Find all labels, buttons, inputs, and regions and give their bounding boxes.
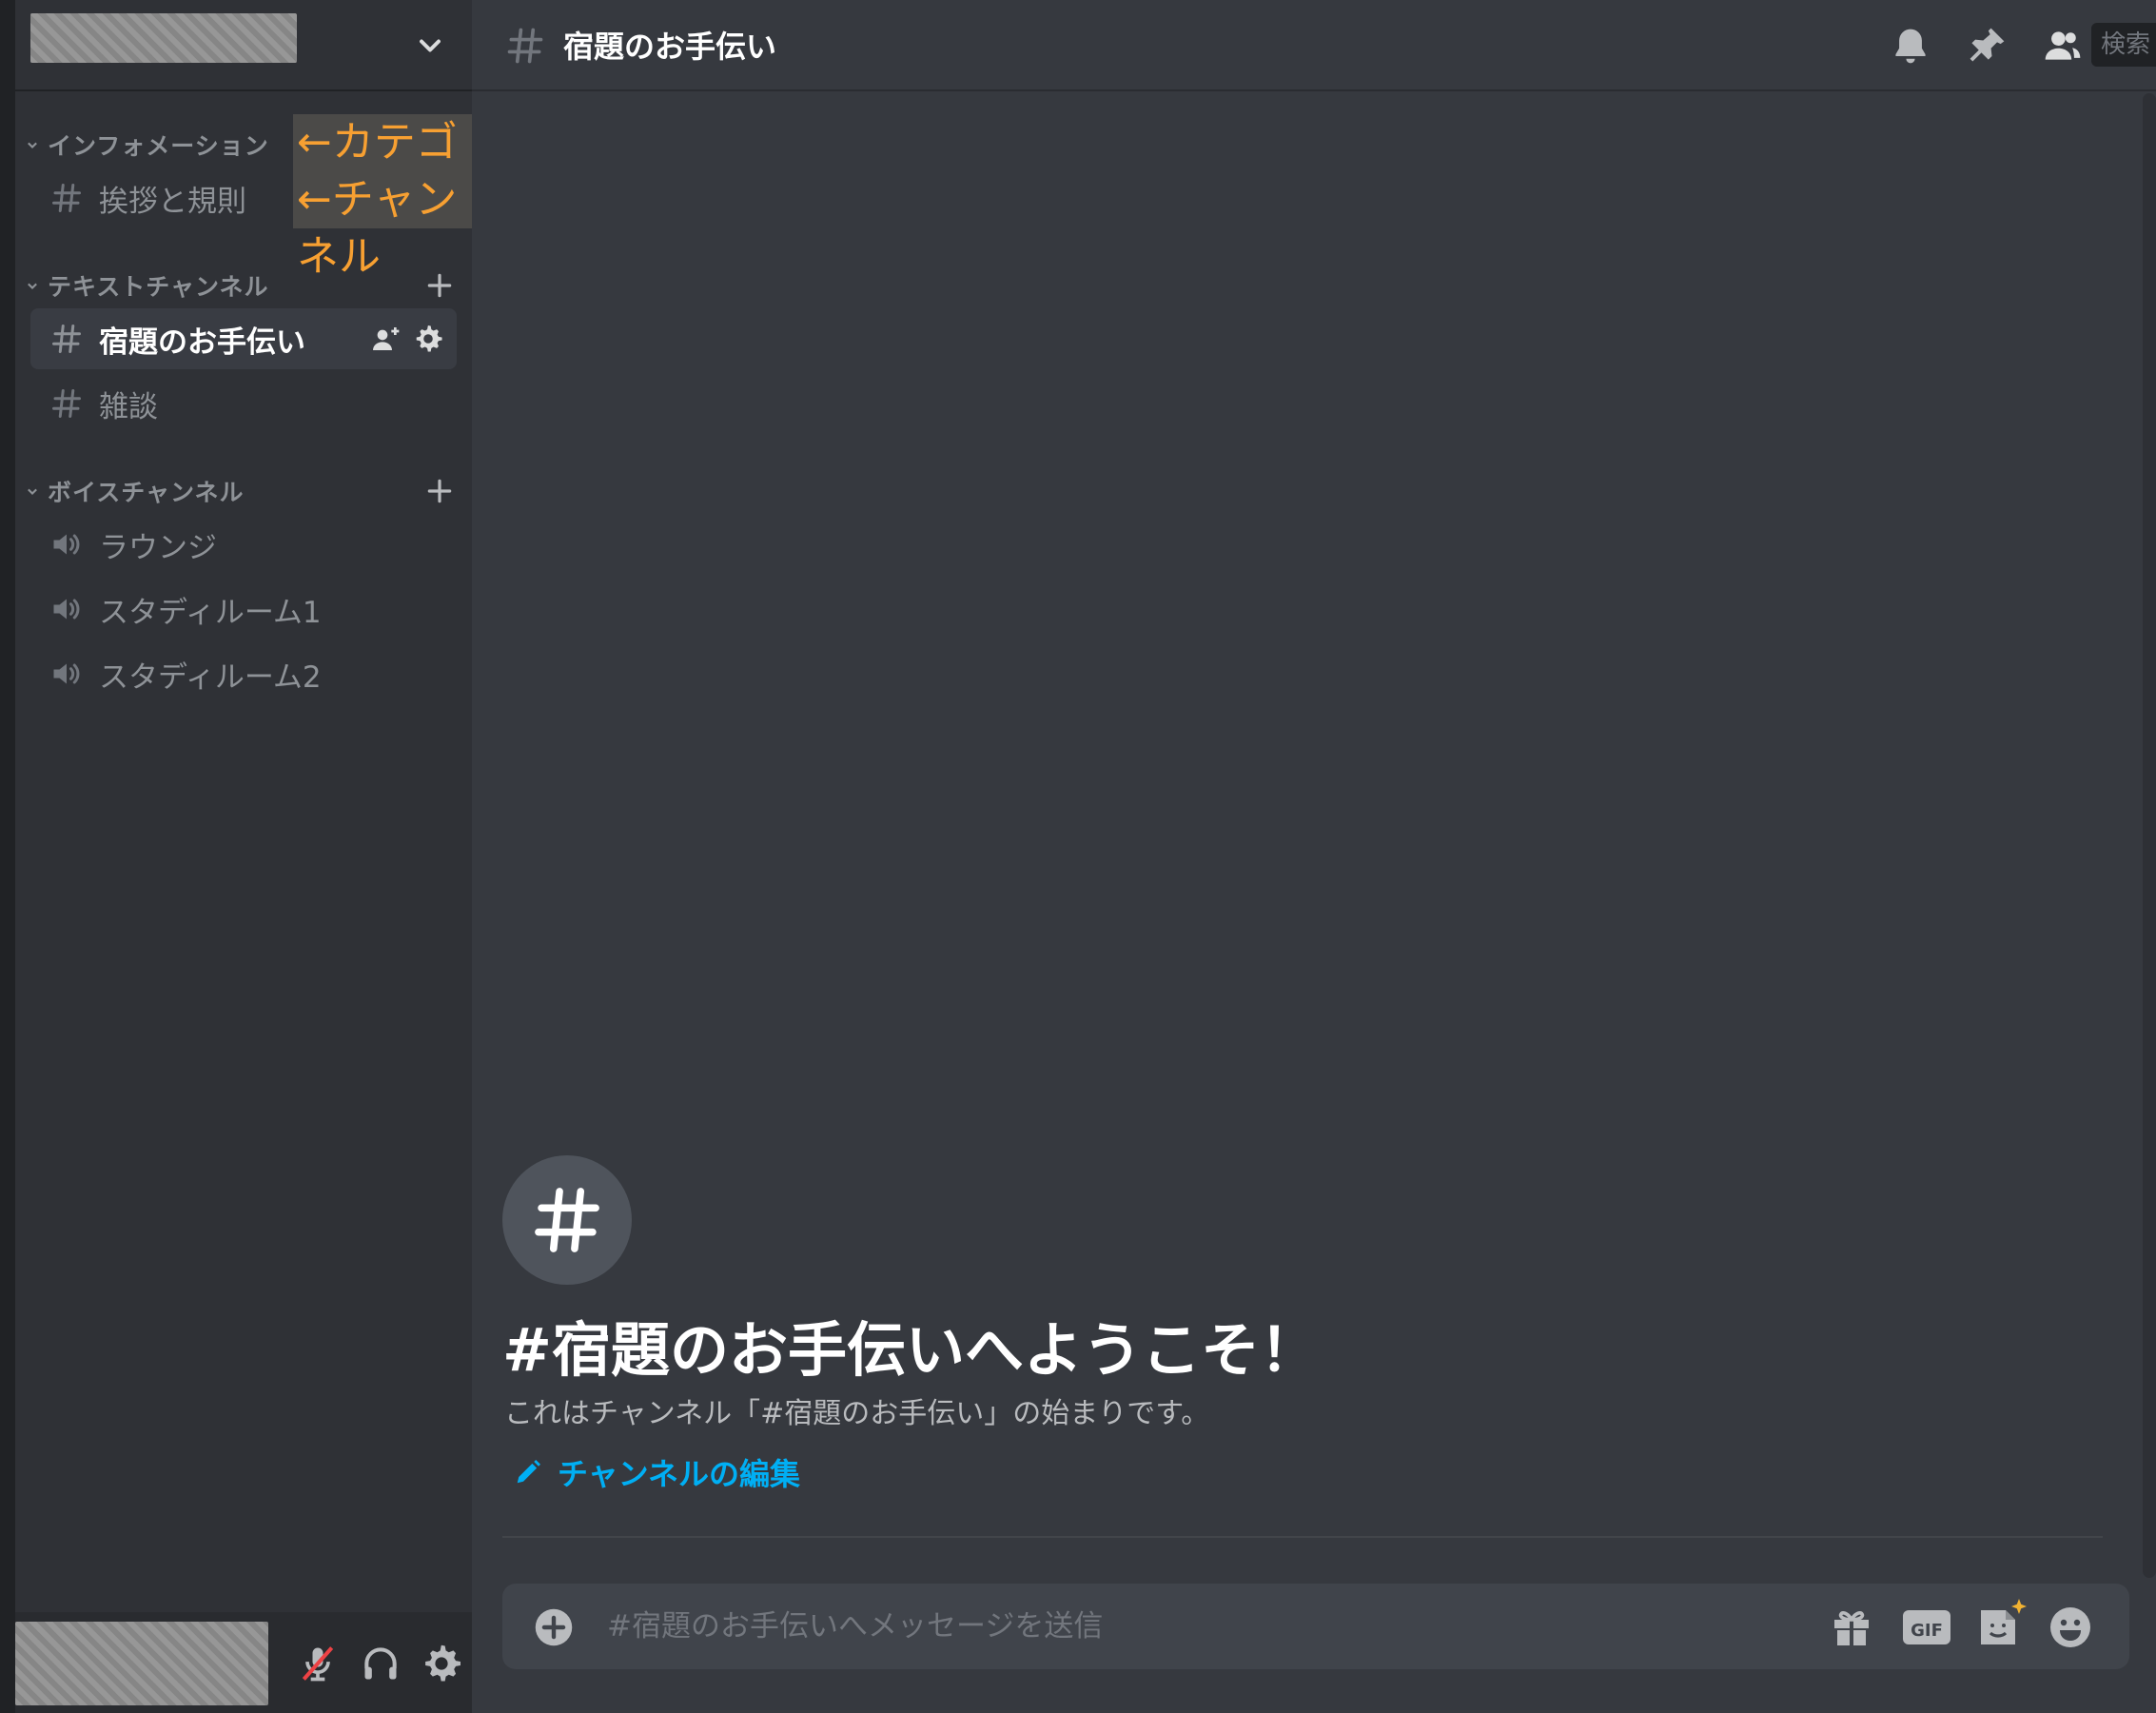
plus-icon[interactable] — [424, 476, 455, 506]
channel-study-room-2[interactable]: スタディルーム2 — [30, 643, 457, 704]
edit-channel-link[interactable]: チャンネルの編集 — [514, 1450, 800, 1494]
message-divider — [502, 1536, 2103, 1538]
members-icon[interactable] — [2042, 25, 2084, 67]
discord-app: インフォメーション ←カテゴリ 挨拶と規則 ←チャンネル テキストチャンネル 宿… — [0, 0, 2156, 1713]
category-information[interactable]: インフォメーション — [23, 126, 269, 164]
hash-icon — [535, 1188, 599, 1252]
hash-icon — [52, 389, 81, 418]
user-info-redacted[interactable] — [15, 1622, 268, 1705]
gift-icon[interactable] — [1829, 1605, 1874, 1650]
speaker-icon — [53, 663, 80, 684]
invite-icon[interactable] — [371, 324, 402, 354]
channel-label: 宿題のお手伝い — [99, 325, 305, 360]
channel-label: スタディルーム2 — [99, 660, 322, 695]
svg-text:GIF: GIF — [1911, 1621, 1943, 1641]
plus-icon[interactable] — [424, 270, 455, 301]
search-input[interactable]: 検索 — [2091, 23, 2156, 67]
channel-label: 挨拶と規則 — [99, 184, 246, 219]
message-input[interactable] — [607, 1603, 1768, 1650]
channel-label: ラウンジ — [99, 530, 217, 565]
gif-icon[interactable]: GIF — [1901, 1605, 1952, 1650]
chevron-down-icon — [28, 488, 37, 495]
annotation-channel: ←チャンネル — [293, 171, 472, 281]
channel-sidebar: インフォメーション ←カテゴリ 挨拶と規則 ←チャンネル テキストチャンネル 宿… — [15, 0, 472, 1713]
category-label: ボイスチャンネル — [48, 479, 245, 506]
hash-icon — [52, 184, 81, 212]
settings-icon[interactable] — [421, 1643, 462, 1684]
pencil-icon — [517, 1460, 540, 1484]
channel-lounge[interactable]: ラウンジ — [30, 514, 457, 575]
category-text-channels[interactable]: テキストチャンネル — [23, 266, 269, 305]
chevron-down-icon — [28, 283, 37, 289]
speaker-icon — [53, 534, 80, 555]
category-voice-channels[interactable]: ボイスチャンネル — [23, 472, 245, 510]
welcome-description: これはチャンネル「#宿題のお手伝い」の始まりです。 — [504, 1397, 1210, 1430]
speaker-icon — [53, 599, 80, 620]
channel-homework-help[interactable]: 宿題のお手伝い — [30, 308, 457, 369]
annotation-category: ←カテゴリ — [293, 114, 472, 224]
channel-label: スタディルーム1 — [99, 595, 322, 630]
server-list-strip — [0, 0, 15, 1713]
headphones-icon[interactable] — [360, 1643, 402, 1684]
hash-icon — [507, 28, 543, 64]
sticker-icon[interactable] — [1975, 1597, 2029, 1650]
chat-main: 宿題のお手伝い 検索 #宿題のお手伝いへようこそ！ これはチャンネル「#宿題のお… — [472, 0, 2156, 1713]
hash-icon — [52, 325, 81, 353]
channel-title: 宿題のお手伝い — [563, 29, 777, 65]
add-attachment-icon[interactable] — [533, 1606, 575, 1648]
server-header[interactable] — [15, 0, 472, 91]
mic-muted-icon[interactable] — [297, 1643, 339, 1684]
channel-actions — [371, 324, 443, 354]
channel-label: 雑談 — [99, 389, 158, 424]
scrollbar-track[interactable] — [2143, 93, 2156, 1578]
user-panel — [15, 1612, 472, 1713]
chevron-down-icon — [28, 142, 37, 148]
chevron-down-icon[interactable] — [413, 29, 447, 63]
category-label: インフォメーション — [48, 132, 269, 160]
server-name-redacted — [30, 13, 297, 63]
search-label: 検索 — [2101, 30, 2151, 59]
welcome-title: #宿題のお手伝いへようこそ！ — [502, 1315, 1319, 1385]
message-composer: GIF — [502, 1584, 2129, 1669]
channel-study-room-1[interactable]: スタディルーム1 — [30, 579, 457, 640]
channel-header: 宿題のお手伝い 検索 — [472, 0, 2156, 91]
welcome-channel-icon — [502, 1155, 632, 1285]
bell-icon[interactable] — [1890, 25, 1931, 67]
emoji-icon[interactable] — [2048, 1605, 2093, 1650]
channel-chat[interactable]: 雑談 — [30, 373, 457, 434]
pin-icon[interactable] — [1966, 25, 2008, 67]
category-label: テキストチャンネル — [48, 273, 269, 301]
edit-channel-label: チャンネルの編集 — [558, 1456, 801, 1492]
gear-icon[interactable] — [413, 324, 443, 354]
